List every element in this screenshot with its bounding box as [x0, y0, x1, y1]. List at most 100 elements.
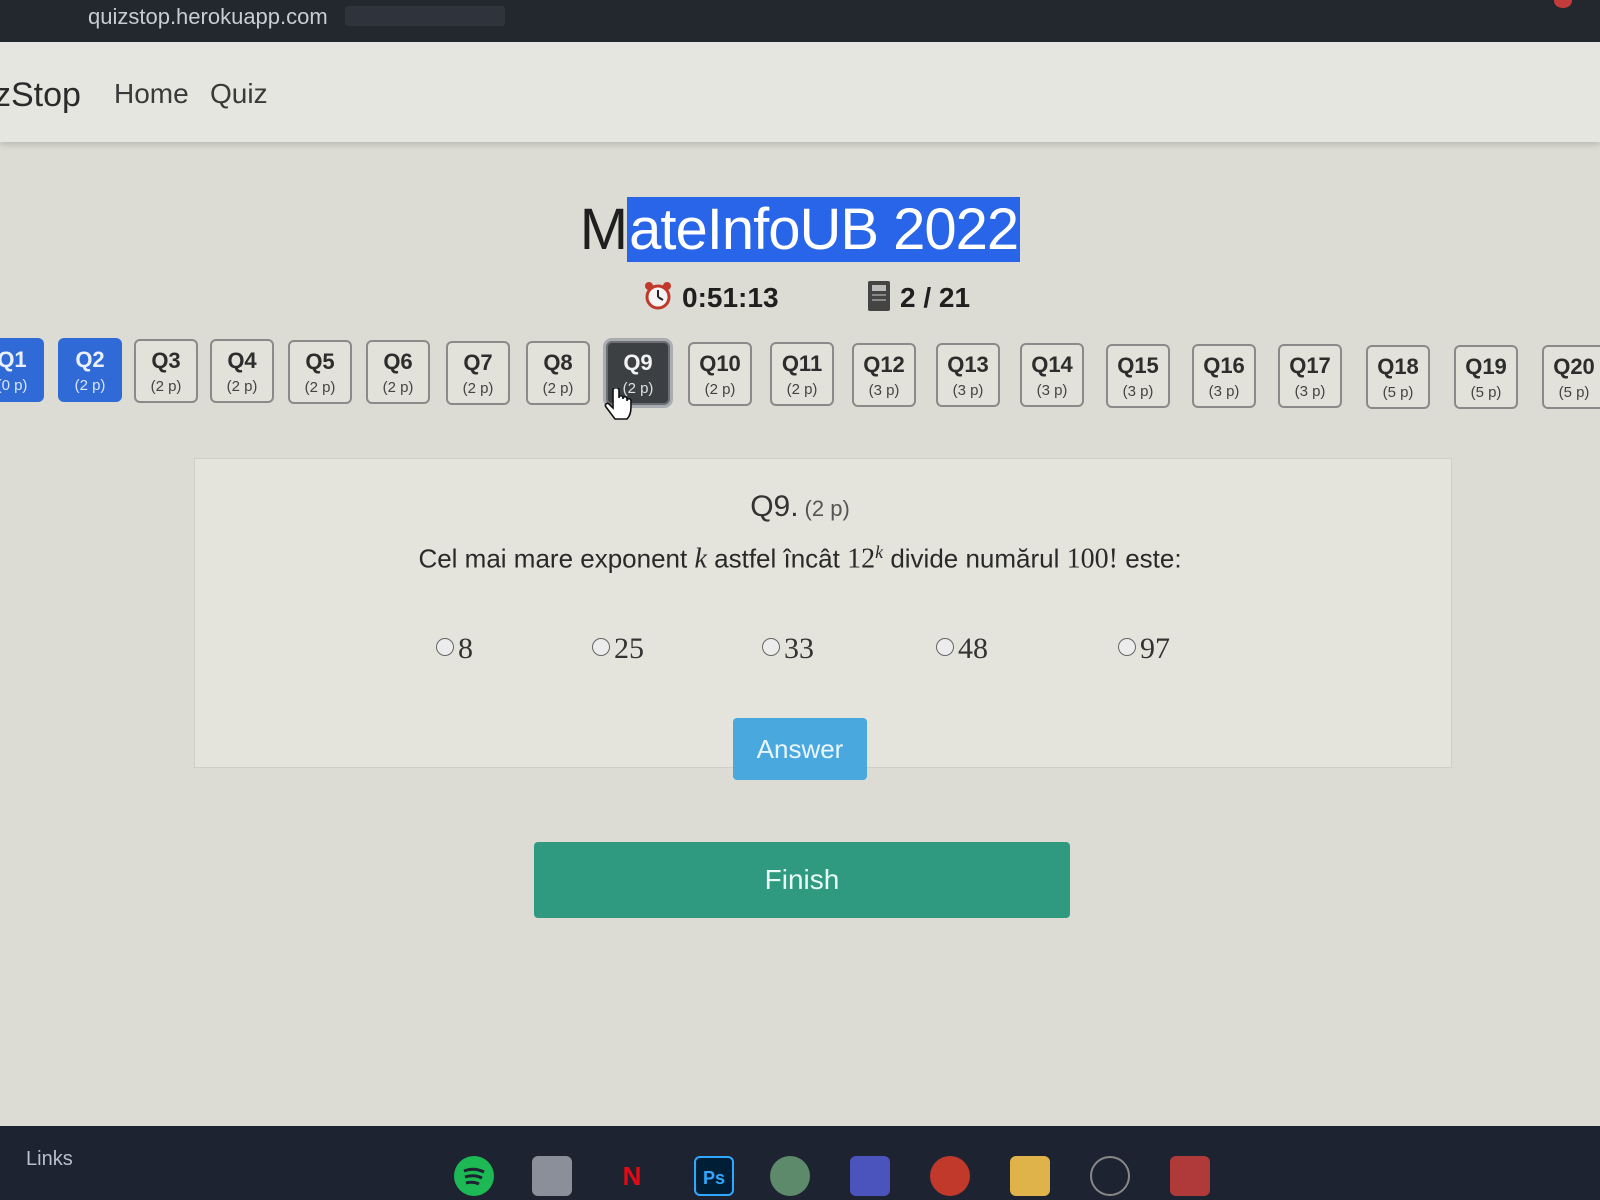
- question-nav-button-q12[interactable]: Q12 (3 p): [852, 343, 916, 407]
- question-nav-button-q18[interactable]: Q18 (5 p): [1366, 345, 1430, 409]
- browser-bar: quizstop.herokuapp.com: [0, 0, 1600, 42]
- question-nav-label: Q18: [1377, 354, 1419, 379]
- question-number: Q9.: [750, 490, 799, 523]
- question-nav-button-q11[interactable]: Q11 (2 p): [770, 342, 834, 406]
- question-nav-button-q10[interactable]: Q10 (2 p): [688, 342, 752, 406]
- answer-option[interactable]: 8: [436, 632, 473, 666]
- question-nav-label: Q20: [1553, 354, 1595, 379]
- option-label: 25: [614, 632, 644, 665]
- question-nav-label: Q11: [781, 351, 823, 376]
- question-nav-points: (2 p): [786, 381, 818, 398]
- question-nav-label: Q4: [227, 348, 257, 373]
- app-icon[interactable]: [770, 1156, 810, 1196]
- question-text: Cel mai mare exponent k astfel încât 12k…: [0, 542, 1600, 576]
- question-nav-button-q20[interactable]: Q20 (5 p): [1542, 345, 1600, 409]
- question-nav-label: Q6: [383, 349, 413, 374]
- question-nav-button-q16[interactable]: Q16 (3 p): [1192, 344, 1256, 408]
- radio-button[interactable]: [436, 638, 454, 656]
- question-nav-points: (3 p): [868, 382, 900, 399]
- question-nav-button-q19[interactable]: Q19 (5 p): [1454, 345, 1518, 409]
- teams-icon[interactable]: [850, 1156, 890, 1196]
- radio-button[interactable]: [592, 638, 610, 656]
- question-nav-label: Q10: [699, 351, 741, 376]
- question-nav-points: (5 p): [1470, 384, 1502, 401]
- finish-button[interactable]: Finish: [534, 842, 1070, 918]
- timer-value: 0:51:13: [682, 281, 779, 313]
- quiz-title-selected-text: ateInfoUB 2022: [627, 197, 1021, 262]
- radio-button[interactable]: [936, 638, 954, 656]
- question-nav-label: Q13: [947, 352, 989, 377]
- spotify-icon[interactable]: [454, 1156, 494, 1196]
- question-nav-button-q6[interactable]: Q6 (2 p): [366, 340, 430, 404]
- question-text-part: astfel încât: [706, 543, 848, 574]
- answer-button[interactable]: Answer: [733, 718, 867, 780]
- app-icon[interactable]: [1170, 1156, 1210, 1196]
- netflix-icon[interactable]: N: [612, 1156, 652, 1196]
- radio-button[interactable]: [1118, 638, 1136, 656]
- radio-button[interactable]: [762, 638, 780, 656]
- question-nav-button-q2[interactable]: Q2 (2 p): [58, 338, 122, 402]
- app-icon[interactable]: [1090, 1156, 1130, 1196]
- question-nav-points: (3 p): [952, 382, 984, 399]
- question-nav-label: Q9: [623, 350, 653, 375]
- question-nav-label: Q19: [1465, 354, 1507, 379]
- question-nav-button-q13[interactable]: Q13 (3 p): [936, 343, 1000, 407]
- hand-pointer-cursor-icon: [604, 386, 634, 428]
- nav-link-quiz[interactable]: Quiz: [210, 78, 268, 110]
- question-nav-label: Q2: [75, 347, 105, 372]
- brand-logo[interactable]: zStop: [0, 76, 81, 115]
- address-bar-url[interactable]: quizstop.herokuapp.com: [88, 4, 328, 30]
- answer-option[interactable]: 48: [936, 632, 988, 666]
- math-variable: k: [694, 543, 707, 575]
- question-nav-points: (2 p): [462, 380, 494, 397]
- question-points: (2 p): [804, 496, 850, 521]
- math-factorial: 100!: [1066, 543, 1118, 575]
- question-nav-points: (5 p): [1558, 384, 1590, 401]
- quiz-title-prefix: M: [579, 197, 628, 262]
- progress-value: 2 / 21: [900, 281, 971, 313]
- question-nav-button-q1[interactable]: Q1 (0 p): [0, 338, 44, 402]
- taskbar-links-label[interactable]: Links: [26, 1148, 73, 1171]
- question-nav-points: (3 p): [1294, 383, 1326, 400]
- math-exponent: k: [875, 542, 884, 562]
- close-window-icon[interactable]: [1554, 0, 1572, 8]
- alarm-clock-icon: [642, 280, 674, 319]
- nav-link-home[interactable]: Home: [114, 78, 189, 110]
- question-nav-button-q3[interactable]: Q3 (2 p): [134, 339, 198, 403]
- question-nav-points: (2 p): [542, 380, 574, 397]
- question-nav-label: Q15: [1117, 353, 1159, 378]
- question-nav-points: (2 p): [226, 378, 258, 395]
- question-nav-button-q14[interactable]: Q14 (3 p): [1020, 343, 1084, 407]
- question-nav-button-q17[interactable]: Q17 (3 p): [1278, 344, 1342, 408]
- question-nav-points: (5 p): [1382, 384, 1414, 401]
- answer-option[interactable]: 25: [592, 632, 644, 666]
- question-text-part: este:: [1117, 543, 1182, 574]
- question-nav-label: Q12: [863, 352, 905, 377]
- address-bar-path-blurred: [345, 6, 505, 26]
- answer-option[interactable]: 33: [762, 632, 814, 666]
- question-nav-button-q5[interactable]: Q5 (2 p): [288, 340, 352, 404]
- screen: quizstop.herokuapp.com zStop Home Quiz M…: [0, 0, 1600, 1200]
- question-nav-label: Q8: [543, 350, 573, 375]
- photoshop-icon[interactable]: Ps: [694, 1156, 734, 1196]
- timer: 0:51:13: [642, 280, 779, 319]
- question-nav-label: Q5: [305, 349, 335, 374]
- option-label: 97: [1140, 632, 1170, 665]
- answer-option[interactable]: 97: [1118, 632, 1170, 666]
- question-nav-button-q8[interactable]: Q8 (2 p): [526, 341, 590, 405]
- option-label: 8: [458, 632, 473, 665]
- question-nav-points: (0 p): [0, 377, 28, 394]
- question-nav-button-q7[interactable]: Q7 (2 p): [446, 341, 510, 405]
- question-nav-points: (3 p): [1208, 383, 1240, 400]
- question-nav-label: Q1: [0, 347, 27, 372]
- question-nav-button-q4[interactable]: Q4 (2 p): [210, 339, 274, 403]
- question-nav-label: Q7: [463, 350, 493, 375]
- math-base: 12: [847, 543, 876, 575]
- file-explorer-icon[interactable]: [532, 1156, 572, 1196]
- option-label: 48: [958, 632, 988, 665]
- app-icon[interactable]: [930, 1156, 970, 1196]
- question-nav-points: (2 p): [150, 378, 182, 395]
- question-nav-button-q15[interactable]: Q15 (3 p): [1106, 344, 1170, 408]
- folder-icon[interactable]: [1010, 1156, 1050, 1196]
- question-navigation: Q1 (0 p) Q2 (2 p) Q3 (2 p) Q4 (2 p) Q5 (2 p) Q6 (2 …: [0, 338, 1600, 416]
